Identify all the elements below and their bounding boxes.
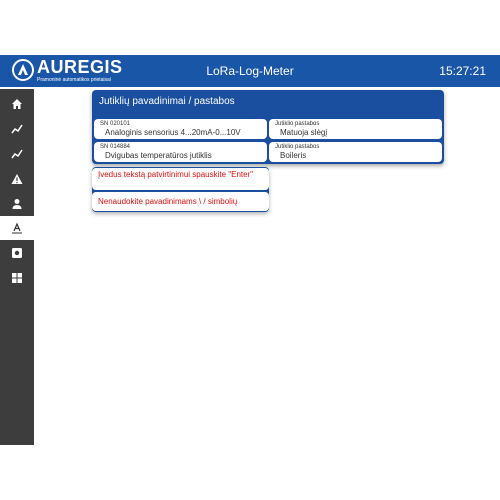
user-icon <box>12 199 22 209</box>
home-icon <box>12 99 22 109</box>
clock: 15:27:21 <box>439 64 486 78</box>
enter-hint: Įvedus tekstą patvirtinimui spauskite "E… <box>92 168 269 190</box>
app-header: AUREGIS Pramoninė automatikos prietaisai… <box>0 55 500 87</box>
hint-box: Įvedus tekstą patvirtinimui spauskite "E… <box>92 167 269 212</box>
sensor-serial: SN 020101 <box>100 121 131 127</box>
grid-icon <box>12 273 22 283</box>
nav-dashboard[interactable] <box>0 266 34 290</box>
settings-icon <box>12 248 22 258</box>
app-title: LoRa-Log-Meter <box>206 64 294 78</box>
nav-settings[interactable] <box>0 241 34 265</box>
nav-chart-2[interactable] <box>0 142 34 166</box>
nav-home[interactable] <box>0 92 34 116</box>
sensor-note-label: Jutiklio pastabos <box>275 121 320 127</box>
symbol-hint: Nenaudokite pavadinimams \ / simbolių <box>92 192 269 211</box>
sensor-serial: SN 014884 <box>100 144 131 150</box>
sensor-note: Matuoja slėgį <box>280 128 328 137</box>
sensor-note: Boileris <box>280 151 307 160</box>
sensor-name-field-2[interactable]: SN 014884 Dvigubas temperatūros jutiklis <box>94 142 267 162</box>
sensor-name-field-1[interactable]: SN 020101 Analoginis sensorius 4...20mA-… <box>94 119 267 139</box>
sensor-note-field-1[interactable]: Jutiklio pastabos Matuoja slėgį <box>269 119 442 139</box>
nav-names[interactable] <box>0 216 34 240</box>
warning-icon <box>11 174 23 184</box>
nav-chart-1[interactable] <box>0 117 34 141</box>
sidebar <box>0 89 34 445</box>
nav-user[interactable] <box>0 192 34 216</box>
panel-title: Jutiklių pavadinimai / pastabos <box>99 96 235 107</box>
sensor-names-panel: Jutiklių pavadinimai / pastabos SN 02010… <box>92 90 444 164</box>
chart-line-icon <box>11 124 23 134</box>
nav-alarms[interactable] <box>0 167 34 191</box>
sensor-note-field-2[interactable]: Jutiklio pastabos Boileris <box>269 142 442 162</box>
sensor-name: Dvigubas temperatūros jutiklis <box>105 151 212 160</box>
text-font-icon <box>12 222 22 234</box>
sensor-note-label: Jutiklio pastabos <box>275 144 320 150</box>
sensor-name: Analoginis sensorius 4...20mA-0...10V <box>105 128 241 137</box>
chart-line-icon <box>11 149 23 159</box>
